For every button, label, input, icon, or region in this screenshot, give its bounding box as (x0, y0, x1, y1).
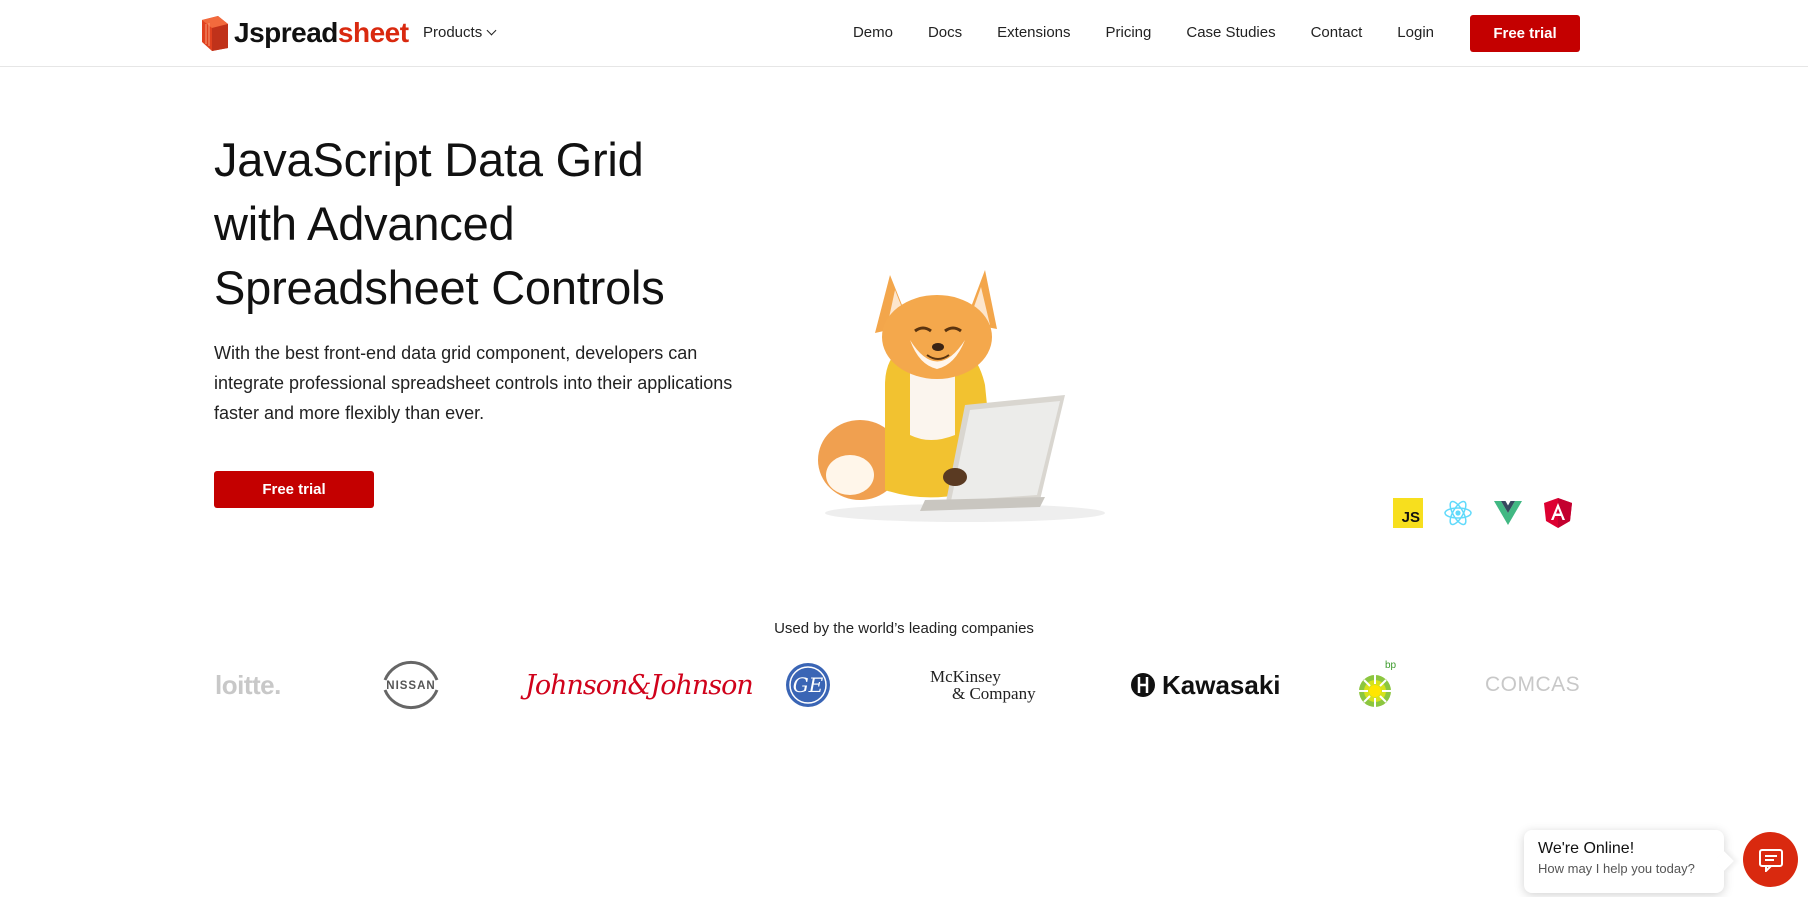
fox-mascot-illustration (818, 270, 1105, 522)
ge-logo-text: GE (793, 673, 824, 697)
nav-login[interactable]: Login (1397, 24, 1434, 41)
mckinsey-logo: McKinsey & Company (930, 655, 1036, 715)
company-logos-carousel: loitte. NISSAN Johnson&Johnson GE McKins… (215, 655, 1580, 715)
chevron-down-icon (486, 25, 497, 36)
hero-title-line-3: Spreadsheet Controls (214, 261, 665, 314)
ge-logo: GE (785, 655, 831, 715)
kawasaki-logo-text: Kawasaki (1162, 669, 1281, 700)
nav-pricing[interactable]: Pricing (1106, 24, 1152, 41)
nav-extensions[interactable]: Extensions (997, 24, 1070, 41)
main-nav: Demo Docs Extensions Pricing Case Studie… (818, 24, 1434, 41)
nav-case-studies[interactable]: Case Studies (1186, 24, 1275, 41)
comcast-logo-text: COMCAST (1485, 673, 1580, 696)
chat-subtitle: How may I help you today? (1538, 861, 1695, 876)
nav-docs[interactable]: Docs (928, 24, 962, 41)
header-free-trial-button[interactable]: Free trial (1470, 15, 1580, 52)
logo-text-prefix: J (234, 17, 250, 48)
mckinsey-logo-line-1: McKinsey (930, 667, 1001, 686)
nav-demo[interactable]: Demo (853, 24, 893, 41)
hero-subtitle: With the best front-end data grid compon… (214, 343, 733, 423)
kawasaki-emblem-icon (1131, 673, 1155, 697)
nissan-logo: NISSAN (377, 655, 445, 715)
chat-icon (1758, 848, 1783, 872)
framework-icons: JS (1393, 498, 1573, 528)
deloitte-logo: loitte. (215, 669, 281, 700)
comcast-logo: COMCAST (1485, 655, 1580, 715)
chat-open-button[interactable] (1743, 832, 1798, 887)
products-label: Products (423, 24, 483, 41)
logo-text-accent: sheet (337, 17, 409, 48)
angular-icon[interactable] (1543, 498, 1573, 528)
chat-title: We're Online! (1538, 840, 1635, 857)
hero-title-line-2: with Advanced (214, 197, 515, 250)
kawasaki-logo: Kawasaki (1130, 655, 1281, 715)
mckinsey-logo-line-2: & Company (952, 684, 1036, 703)
johnson-and-johnson-logo: Johnson&Johnson (525, 669, 754, 701)
hero-free-trial-button[interactable]: Free trial (214, 471, 374, 508)
javascript-icon[interactable]: JS (1393, 498, 1423, 528)
chat-greeting-bubble[interactable]: We're Online! How may I help you today? (1524, 830, 1724, 893)
jspreadsheet-logo[interactable]: Jspreadsheet (198, 14, 409, 52)
hero-title-line-1: JavaScript Data Grid (214, 133, 644, 186)
nissan-logo-text: NISSAN (386, 680, 435, 692)
products-dropdown[interactable]: Products (423, 24, 497, 41)
vue-icon[interactable] (1493, 498, 1523, 528)
nav-contact[interactable]: Contact (1311, 24, 1363, 41)
bp-logo: bp (1355, 655, 1399, 715)
bp-logo-text: bp (1385, 660, 1397, 671)
logo-text-main: spread (249, 17, 338, 48)
site-header: Jspreadsheet Products Demo Docs Extensio… (0, 0, 1808, 67)
logo-icon (202, 16, 228, 51)
react-icon[interactable] (1443, 498, 1473, 528)
companies-heading: Used by the world’s leading companies (774, 620, 1034, 637)
hero-title: JavaScript Data Grid with Advanced Sprea… (214, 128, 774, 320)
